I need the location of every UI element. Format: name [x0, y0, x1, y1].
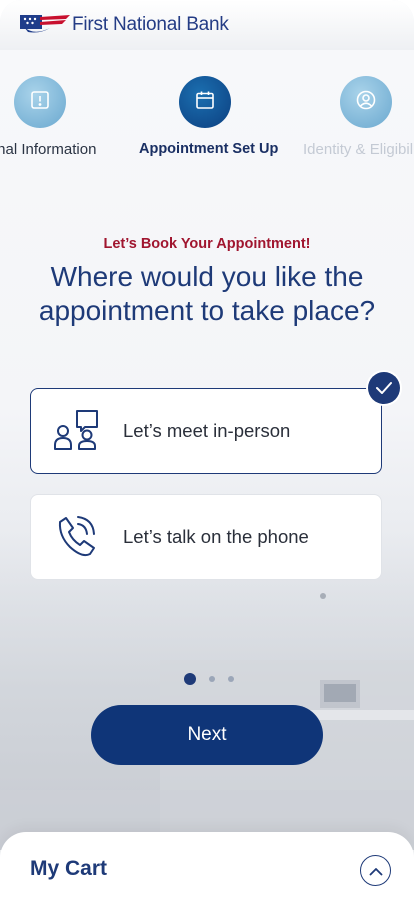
- step-appointment-set-up[interactable]: [179, 76, 231, 128]
- cart-title: My Cart: [30, 857, 108, 880]
- step-personal-information[interactable]: [14, 76, 66, 128]
- calendar-icon: [194, 89, 216, 115]
- step-label-personal-information: Personal Information: [0, 141, 97, 158]
- meeting-people-icon: [31, 409, 123, 453]
- pager-dot-active[interactable]: [184, 673, 196, 685]
- selected-check-icon: [368, 372, 400, 404]
- option-phone-label: Let’s talk on the phone: [123, 526, 309, 547]
- alert-document-icon: [29, 89, 51, 115]
- step-label-identity-eligibility: Identity & Eligibility: [303, 141, 414, 158]
- top-header: First National Bank: [0, 0, 414, 50]
- phone-ringing-icon: [31, 514, 123, 560]
- pager-dot[interactable]: [228, 676, 234, 682]
- option-phone[interactable]: Let’s talk on the phone: [30, 494, 382, 580]
- cart-panel[interactable]: My Cart: [0, 832, 414, 908]
- flag-eagle-logo-icon: [20, 14, 70, 36]
- step-label-appointment-set-up: Appointment Set Up: [139, 141, 279, 157]
- pager-dot[interactable]: [209, 676, 215, 682]
- option-in-person[interactable]: Let’s meet in-person: [30, 388, 382, 474]
- option-in-person-label: Let’s meet in-person: [123, 420, 291, 441]
- page-question: Where would you like the appointment to …: [38, 261, 376, 326]
- user-circle-icon: [355, 89, 377, 115]
- next-button[interactable]: Next: [91, 705, 323, 765]
- pager-dots: [184, 673, 247, 685]
- bank-name: First National Bank: [72, 14, 229, 35]
- cart-toggle-button[interactable]: [360, 855, 391, 886]
- bank-logo[interactable]: First National Bank: [20, 12, 229, 38]
- step-identity-eligibility[interactable]: [340, 76, 392, 128]
- chevron-up-icon: [369, 861, 383, 880]
- app-frame: First National Bank Personal Information: [0, 0, 414, 908]
- section-kicker: Let’s Book Your Appointment!: [103, 236, 311, 252]
